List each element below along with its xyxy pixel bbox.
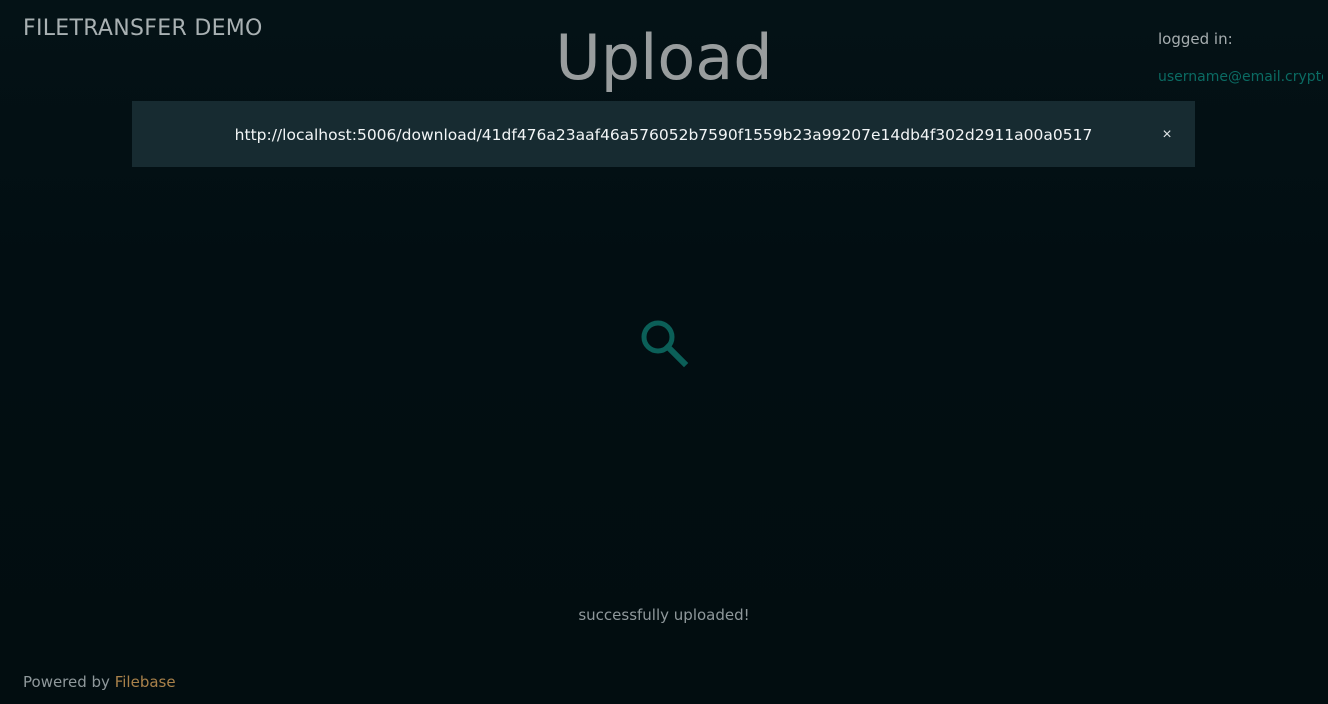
footer-prefix: Powered by — [23, 673, 115, 691]
close-banner-button[interactable]: × — [1159, 126, 1175, 144]
close-icon: × — [1162, 126, 1172, 143]
upload-status-message: successfully uploaded! — [578, 606, 750, 624]
page-title: Upload — [555, 21, 773, 94]
logged-in-label: logged in: — [1158, 30, 1233, 48]
upload-drop-zone[interactable] — [600, 300, 728, 390]
user-email-link[interactable]: username@email.crypto — [1158, 68, 1323, 86]
download-link-banner: http://localhost:5006/download/41df476a2… — [132, 101, 1195, 167]
footer: Powered by Filebase — [23, 672, 176, 692]
download-link-text[interactable]: http://localhost:5006/download/41df476a2… — [132, 125, 1195, 145]
filebase-link[interactable]: Filebase — [115, 673, 176, 691]
page: FILETRANSFER DEMO Upload logged in: user… — [0, 0, 1328, 704]
auth-panel: logged in: username@email.crypto — [1158, 30, 1323, 86]
search-icon — [641, 320, 689, 368]
